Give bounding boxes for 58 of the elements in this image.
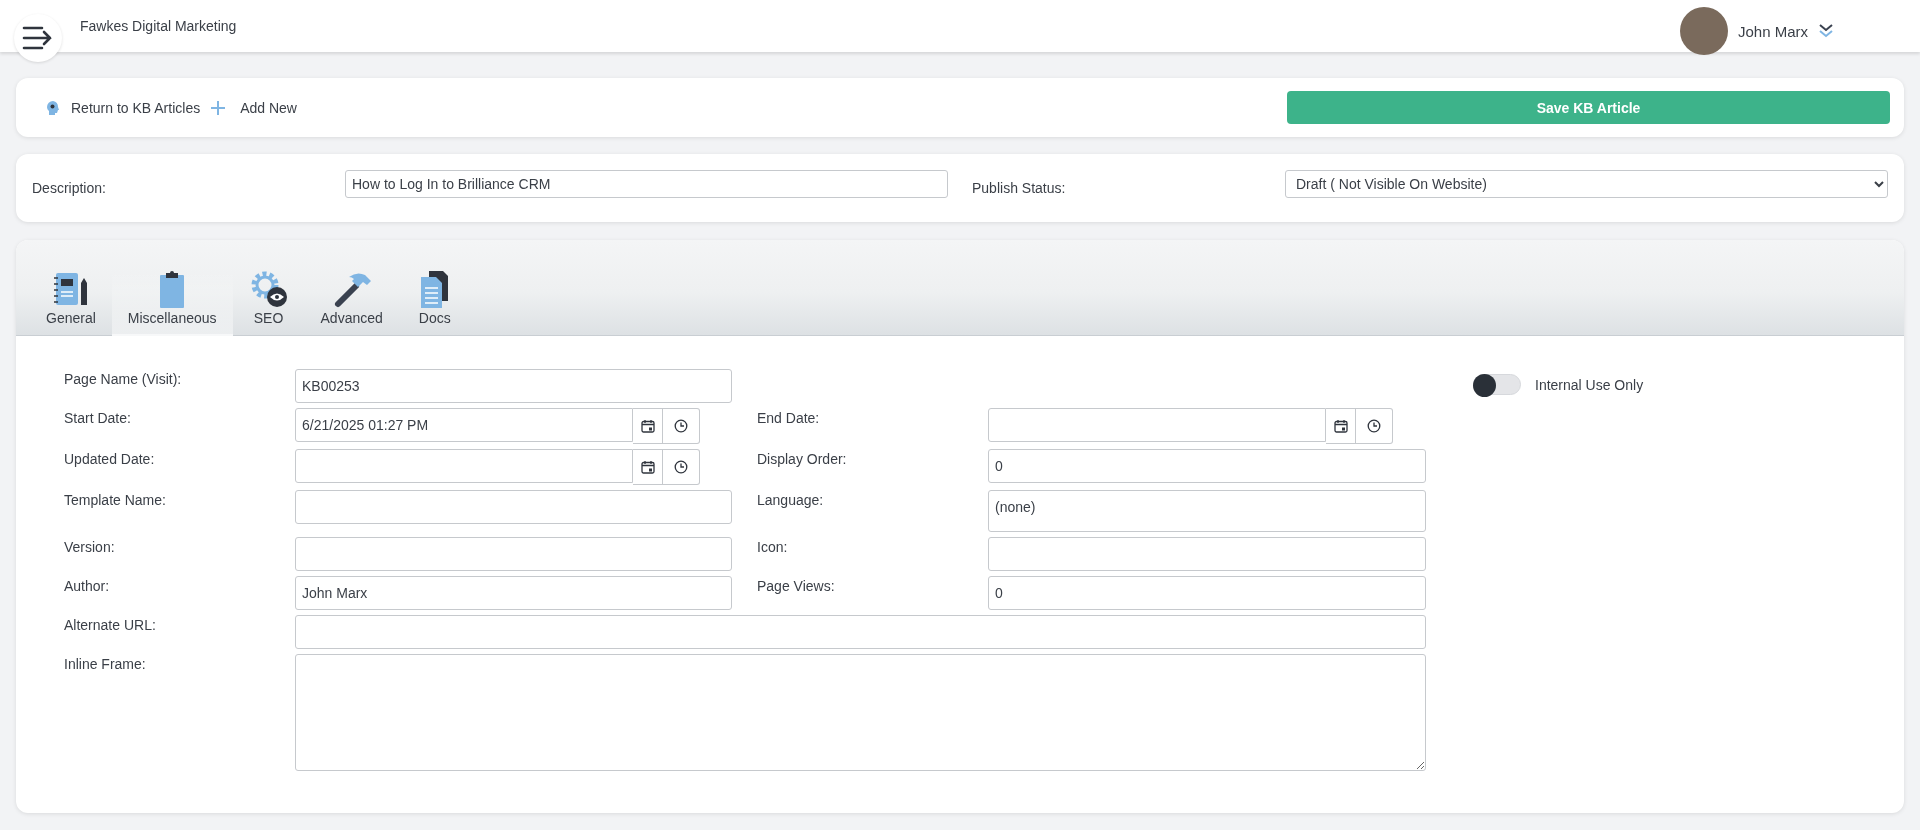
return-link[interactable]: Return to KB Articles	[46, 99, 201, 116]
field-label: Updated Date:	[64, 450, 156, 467]
calendar-button[interactable]	[633, 449, 663, 485]
calendar-button[interactable]	[1326, 408, 1356, 444]
field-label: Icon:	[757, 538, 789, 555]
field-label: Alternate URL:	[64, 616, 157, 633]
time-button[interactable]	[663, 408, 700, 444]
listbox[interactable]: (none)	[988, 490, 1426, 532]
field-label: Author:	[64, 577, 111, 594]
avatar-circle	[1679, 7, 1728, 55]
toggle-switch[interactable]	[1473, 374, 1521, 395]
field-label: Language:	[757, 491, 825, 508]
text-field[interactable]: John Marx	[295, 576, 732, 610]
date-field[interactable]	[988, 408, 1326, 442]
field-label: End Date:	[757, 409, 821, 426]
calendar-icon	[640, 460, 655, 474]
calendar-icon	[640, 419, 655, 433]
time-button[interactable]	[663, 449, 700, 485]
clock-icon	[674, 460, 688, 474]
field-label: Start Date:	[64, 409, 132, 426]
field-label: Inline Frame:	[64, 655, 147, 672]
tab[interactable]: Docs	[398, 269, 471, 336]
text-field[interactable]: 0	[988, 576, 1426, 610]
text-field[interactable]	[295, 615, 1426, 649]
status-select[interactable]: Draft ( Not Visible On Website)	[1285, 170, 1888, 198]
calendar-button[interactable]	[633, 408, 663, 444]
tab[interactable]: Miscellaneous	[111, 269, 233, 336]
menu-icon	[22, 25, 54, 51]
date-field[interactable]: 6/21/2025 01:27 PM	[295, 408, 633, 442]
field-label: Template Name:	[64, 491, 167, 508]
field-label: Display Order:	[757, 450, 848, 467]
calendar-icon	[1333, 419, 1348, 433]
field-label: Page Name (Visit):	[64, 370, 183, 387]
tab[interactable]: Advanced	[304, 269, 399, 336]
text-field[interactable]	[295, 537, 732, 571]
add-new-link[interactable]: Add New	[210, 99, 297, 116]
plus-icon	[210, 99, 227, 116]
text-field[interactable]: KB00253	[295, 369, 732, 403]
field-label: Description:	[32, 179, 107, 196]
double-chevron-icon[interactable]	[1818, 23, 1834, 39]
date-field[interactable]	[295, 449, 633, 483]
field-label: Publish Status:	[972, 179, 1067, 196]
toggle-label: Internal Use Only	[1535, 376, 1644, 393]
text-field[interactable]	[295, 490, 732, 524]
description-field[interactable]: How to Log In to Brilliance CRM	[345, 170, 948, 198]
field-label: Version:	[64, 538, 116, 555]
tab[interactable]: General	[30, 269, 112, 336]
menu-button[interactable]	[14, 14, 62, 62]
clock-icon	[674, 419, 688, 433]
text-field[interactable]	[988, 537, 1426, 571]
field-label: Page Views:	[757, 577, 836, 594]
text-field[interactable]: 0	[988, 449, 1426, 483]
user-name[interactable]: John Marx	[1737, 22, 1808, 40]
head-icon	[46, 99, 60, 116]
company-name: Fawkes Digital Marketing	[80, 18, 237, 34]
tab[interactable]: SEO	[232, 269, 305, 336]
time-button[interactable]	[1356, 408, 1393, 444]
clock-icon	[1367, 419, 1381, 433]
